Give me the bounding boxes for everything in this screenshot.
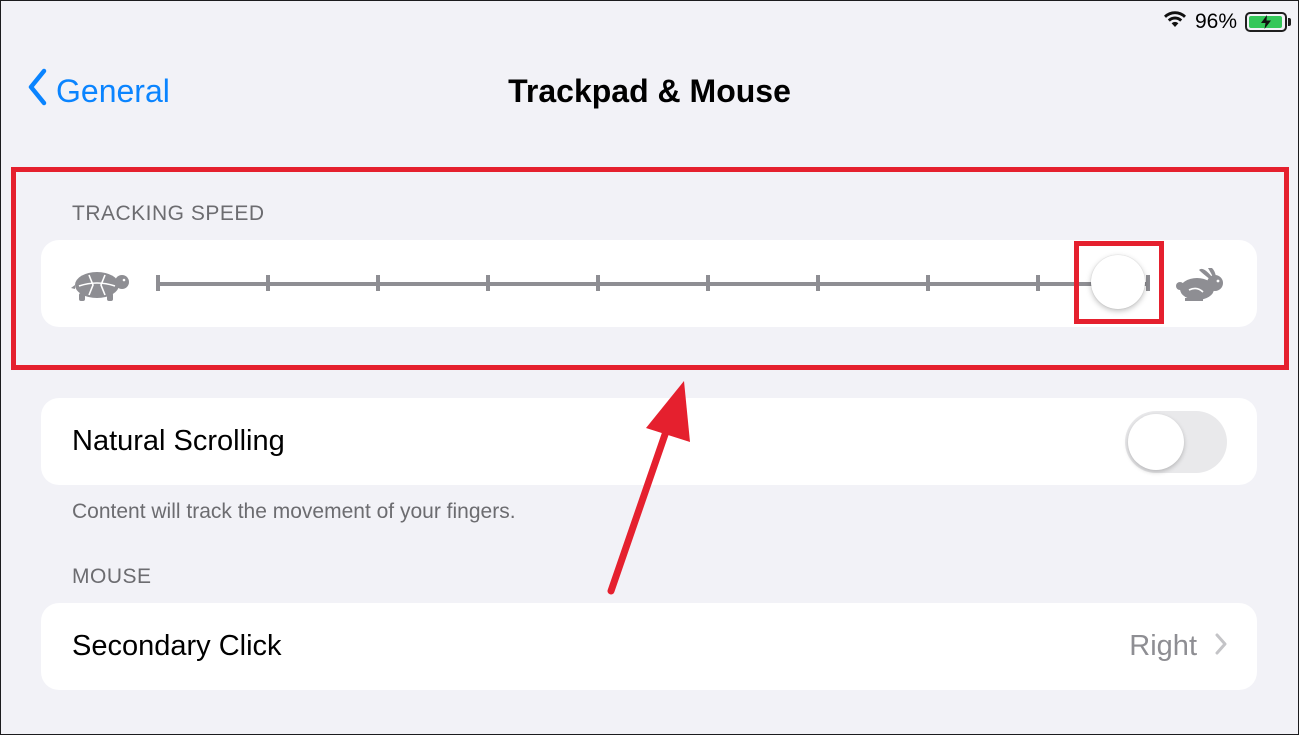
slider-tick: [816, 275, 820, 291]
natural-scrolling-label: Natural Scrolling: [72, 425, 285, 457]
secondary-click-row[interactable]: Secondary Click Right: [41, 603, 1257, 690]
tracking-speed-header: TRACKING SPEED: [72, 202, 265, 225]
slider-tick: [1146, 275, 1150, 291]
chevron-right-icon: [1215, 630, 1227, 663]
natural-scrolling-toggle[interactable]: [1125, 411, 1227, 473]
slider-tick: [266, 275, 270, 291]
page-title: Trackpad & Mouse: [508, 73, 791, 109]
wifi-icon: [1163, 9, 1187, 35]
secondary-click-value-group: Right: [1129, 603, 1227, 690]
slider-tick: [706, 275, 710, 291]
slider-tick: [1036, 275, 1040, 291]
secondary-click-value: Right: [1129, 630, 1197, 662]
tracking-speed-card: [41, 240, 1257, 327]
natural-scrolling-footer: Content will track the movement of your …: [72, 500, 516, 523]
tracking-speed-thumb[interactable]: [1091, 255, 1146, 309]
status-bar: 96%: [1163, 8, 1291, 36]
battery-charging-icon: [1245, 12, 1291, 32]
turtle-icon: [71, 268, 131, 307]
slider-tick: [486, 275, 490, 291]
battery-percent: 96%: [1194, 10, 1237, 33]
tracking-speed-slider[interactable]: [156, 255, 1150, 309]
mouse-header: MOUSE: [72, 565, 152, 588]
slider-tick: [376, 275, 380, 291]
toggle-knob: [1128, 414, 1184, 470]
rabbit-icon: [1173, 267, 1227, 307]
natural-scrolling-row: Natural Scrolling: [41, 398, 1257, 485]
slider-tick: [156, 275, 160, 291]
slider-tick: [926, 275, 930, 291]
secondary-click-label: Secondary Click: [72, 630, 282, 662]
slider-tick: [596, 275, 600, 291]
